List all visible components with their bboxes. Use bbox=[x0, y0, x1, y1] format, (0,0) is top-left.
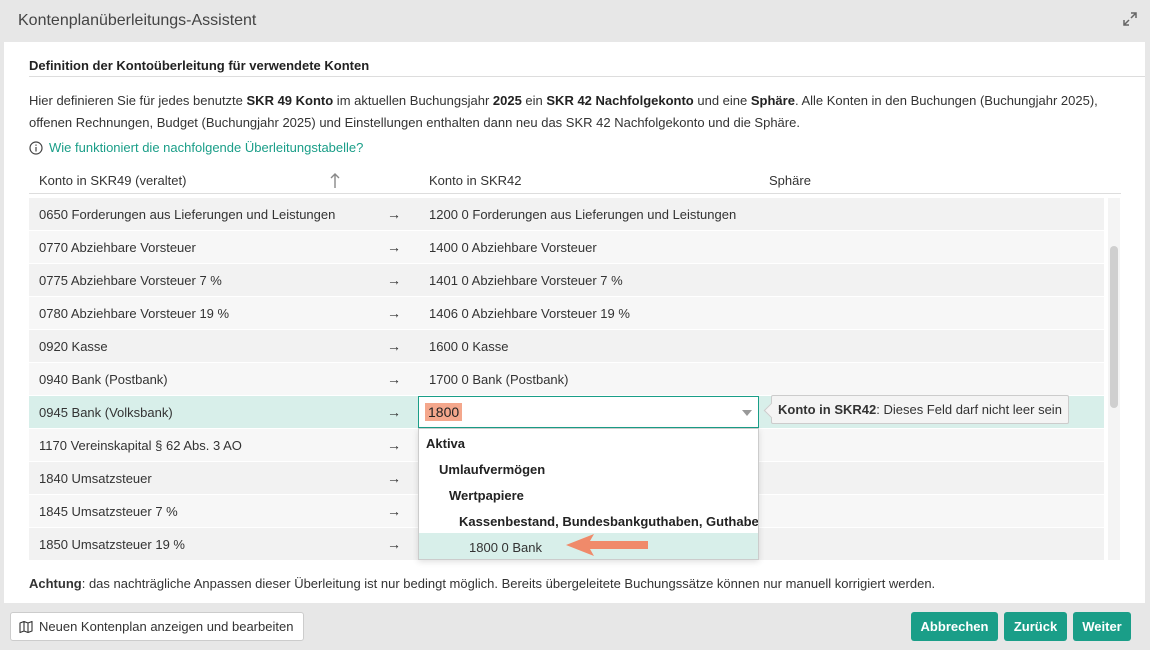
window-titlebar: Kontenplanüberleitungs-Assistent bbox=[0, 0, 1150, 42]
new-account[interactable]: 1401 0 Abziehbare Vorsteuer 7 % bbox=[429, 273, 623, 288]
arrow-right-icon: → bbox=[387, 503, 401, 519]
cancel-button[interactable]: Abbrechen bbox=[911, 612, 998, 641]
old-account: 1850 Umsatzsteuer 19 % bbox=[39, 537, 185, 552]
arrow-right-icon: → bbox=[387, 272, 401, 288]
dropdown-group-aktiva: Aktiva bbox=[426, 436, 466, 451]
old-account: 0780 Abziehbare Vorsteuer 19 % bbox=[39, 306, 230, 321]
validation-tooltip: Konto in SKR42: Dieses Feld darf nicht l… bbox=[771, 395, 1069, 424]
new-account[interactable]: 1406 0 Abziehbare Vorsteuer 19 % bbox=[429, 306, 630, 321]
help-link-label: Wie funktioniert die nachfolgende Überle… bbox=[49, 140, 364, 155]
old-account: 1170 Vereinskapital § 62 Abs. 3 AO bbox=[39, 438, 242, 453]
new-account[interactable]: 1200 0 Forderungen aus Lieferungen und L… bbox=[429, 207, 736, 222]
intro-text: Hier definieren Sie für jedes benutzte S… bbox=[29, 93, 1098, 130]
column-header-sphere[interactable]: Sphäre bbox=[769, 173, 811, 188]
section-heading: Definition der Kontoüberleitung für verw… bbox=[29, 58, 370, 73]
info-icon bbox=[29, 140, 43, 155]
table-row[interactable]: 0770 Abziehbare Vorsteuer → 1400 0 Abziehb… bbox=[29, 231, 1104, 264]
old-account: 1845 Umsatzsteuer 7 % bbox=[39, 504, 178, 519]
pointer-arrow-icon bbox=[566, 534, 648, 556]
arrow-right-icon: → bbox=[387, 437, 401, 453]
help-link[interactable]: Wie funktioniert die nachfolgende Überle… bbox=[29, 140, 363, 155]
old-account: 0770 Abziehbare Vorsteuer bbox=[39, 240, 196, 255]
old-account: 0775 Abziehbare Vorsteuer 7 % bbox=[39, 273, 222, 288]
arrow-right-icon: → bbox=[387, 404, 401, 420]
chevron-down-icon[interactable] bbox=[742, 410, 752, 416]
back-button[interactable]: Zurück bbox=[1004, 612, 1067, 641]
sort-ascending-icon[interactable] bbox=[329, 172, 341, 190]
window-title: Kontenplanüberleitungs-Assistent bbox=[18, 12, 257, 29]
table-header: Konto in SKR49 (veraltet) Konto in SKR42… bbox=[29, 166, 1121, 194]
tooltip-field-label: Konto in SKR42 bbox=[778, 402, 877, 417]
new-account[interactable]: 1400 0 Abziehbare Vorsteuer bbox=[429, 240, 597, 255]
column-header-new[interactable]: Konto in SKR42 bbox=[429, 173, 522, 188]
table-row[interactable]: 0650 Forderungen aus Lieferungen und Lei… bbox=[29, 198, 1104, 231]
old-account: 1840 Umsatzsteuer bbox=[39, 471, 152, 486]
footer-bar: Neuen Kontenplan anzeigen und bearbeiten… bbox=[0, 603, 1150, 650]
arrow-right-icon: → bbox=[387, 536, 401, 552]
arrow-right-icon: → bbox=[387, 371, 401, 387]
new-account[interactable]: 1700 0 Bank (Postbank) bbox=[429, 372, 568, 387]
column-header-old[interactable]: Konto in SKR49 (veraltet) bbox=[39, 173, 186, 188]
table-row[interactable]: 0920 Kasse → 1600 0 Kasse bbox=[29, 330, 1104, 363]
next-button[interactable]: Weiter bbox=[1073, 612, 1131, 641]
table-row[interactable]: 0775 Abziehbare Vorsteuer 7 % → 1401 0 Abz… bbox=[29, 264, 1104, 297]
open-account-plan-button[interactable]: Neuen Kontenplan anzeigen und bearbeiten bbox=[10, 612, 305, 641]
arrow-right-icon: → bbox=[387, 206, 401, 222]
warning-text: Achtung: das nachträgliche Anpassen dies… bbox=[29, 576, 936, 591]
dropdown-group-wertpapiere: Wertpapiere bbox=[449, 488, 524, 503]
dropdown-group-kassenbestand: Kassenbestand, Bundesbankguthaben, Gutha… bbox=[459, 514, 758, 529]
table-scrollbar[interactable] bbox=[1108, 198, 1120, 560]
arrow-right-icon: → bbox=[387, 470, 401, 486]
old-account: 0940 Bank (Postbank) bbox=[39, 372, 168, 387]
open-account-plan-label: Neuen Kontenplan anzeigen und bearbeiten bbox=[39, 619, 294, 634]
arrow-right-icon: → bbox=[387, 305, 401, 321]
old-account: 0650 Forderungen aus Lieferungen und Lei… bbox=[39, 207, 336, 222]
tooltip-message: : Dieses Feld darf nicht leer sein bbox=[876, 402, 1062, 417]
divider bbox=[29, 76, 1145, 77]
wizard-panel: Definition der Kontoüberleitung für verw… bbox=[4, 42, 1145, 603]
expand-icon[interactable] bbox=[1122, 11, 1138, 27]
old-account: 0945 Bank (Volksbank) bbox=[39, 405, 173, 420]
table-row[interactable]: 0940 Bank (Postbank) → 1700 0 Bank (Postba… bbox=[29, 363, 1104, 396]
old-account: 0920 Kasse bbox=[39, 339, 108, 354]
combobox-value[interactable]: 1800 bbox=[425, 403, 463, 421]
arrow-right-icon: → bbox=[387, 338, 401, 354]
dropdown-group-umlaufvermoegen: Umlaufvermögen bbox=[439, 462, 546, 477]
scrollbar-thumb[interactable] bbox=[1110, 246, 1118, 408]
table-row[interactable]: 0780 Abziehbare Vorsteuer 19 % → 1406 0 Ab… bbox=[29, 297, 1104, 330]
arrow-right-icon: → bbox=[387, 239, 401, 255]
new-account[interactable]: 1600 0 Kasse bbox=[429, 339, 509, 354]
map-icon bbox=[19, 620, 33, 633]
skr42-account-combobox[interactable]: 1800 bbox=[418, 396, 759, 428]
